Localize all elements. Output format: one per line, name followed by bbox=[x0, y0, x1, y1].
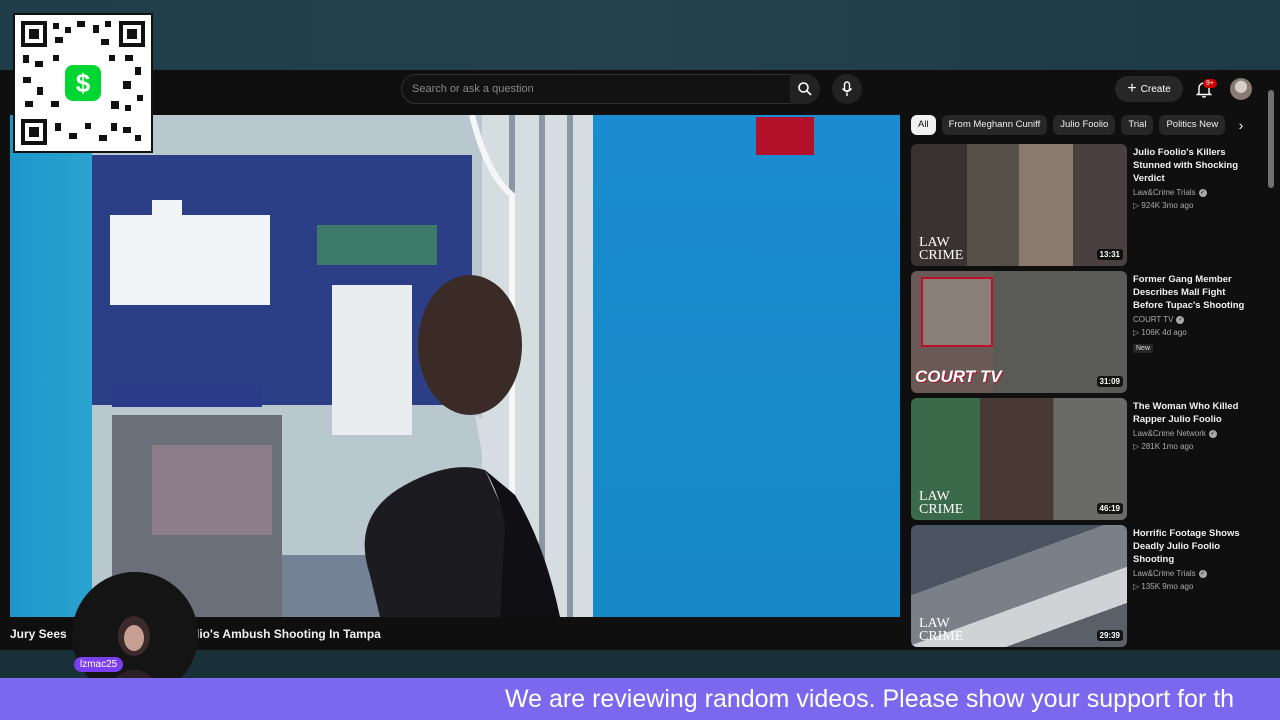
account-avatar[interactable] bbox=[1230, 78, 1252, 100]
search-icon bbox=[798, 82, 812, 96]
sidebar-scrollbar[interactable] bbox=[1268, 82, 1274, 642]
presenter-silhouette bbox=[364, 275, 560, 617]
video-meta: ▷ 924K 3mo ago bbox=[1133, 201, 1194, 210]
verified-icon: ✓ bbox=[1198, 569, 1207, 578]
chip-from-meghann-cuniff[interactable]: From Meghann Cuniff bbox=[941, 115, 1048, 135]
chip-trial[interactable]: Trial bbox=[1121, 115, 1154, 135]
related-video-1[interactable]: LAW CRIME 13:31 Julio Foolio's Killers St… bbox=[911, 144, 1256, 266]
related-video-3[interactable]: LAW CRIME 46:19 The Woman Who Killed Rapp… bbox=[911, 398, 1256, 520]
video-title[interactable]: Former Gang Member Describes Mall Fight … bbox=[1133, 273, 1255, 312]
related-video-4[interactable]: LAW CRIME 29:39 Horrific Footage Shows De… bbox=[911, 525, 1256, 647]
law-crime-logo: LAW CRIME bbox=[919, 235, 964, 263]
related-video-2[interactable]: COURT TV 31:09 Former Gang Member Descri… bbox=[911, 271, 1256, 393]
channel-name[interactable]: Law&Crime Trials ✓ bbox=[1133, 188, 1255, 197]
video-title[interactable]: Horrific Footage Shows Deadly Julio Fool… bbox=[1133, 527, 1255, 566]
video-thumbnail[interactable]: LAW CRIME 13:31 bbox=[911, 144, 1127, 266]
video-meta: ▷ 281K 1mo ago bbox=[1133, 442, 1194, 451]
video-player[interactable] bbox=[10, 115, 900, 617]
video-meta: ▷ 106K 4d ago bbox=[1133, 328, 1187, 337]
youtube-header: Search or ask a question + Create 9+ bbox=[0, 70, 1280, 110]
verified-icon: ✓ bbox=[1208, 429, 1217, 438]
video-title[interactable]: Julio Foolio's Killers Stunned with Shoc… bbox=[1133, 146, 1255, 185]
video-duration: 13:31 bbox=[1096, 249, 1123, 260]
microphone-icon bbox=[841, 81, 853, 96]
video-thumbnail[interactable]: LAW CRIME 46:19 bbox=[911, 398, 1127, 520]
law-crime-logo: LAW CRIME bbox=[919, 489, 964, 517]
verified-icon: ✓ bbox=[1176, 315, 1185, 324]
voice-search-button[interactable] bbox=[832, 74, 862, 104]
svg-text:$: $ bbox=[76, 68, 91, 98]
video-frame-right bbox=[593, 115, 900, 617]
verified-icon: ✓ bbox=[1198, 188, 1207, 197]
ticker-text: We are reviewing random videos. Please s… bbox=[505, 685, 1235, 713]
chip-politics-news[interactable]: Politics New bbox=[1159, 115, 1226, 135]
law-crime-logo: LAW CRIME bbox=[919, 616, 964, 644]
inset-frame bbox=[921, 277, 993, 347]
chip-julio-foolio[interactable]: Julio Foolio bbox=[1053, 115, 1116, 135]
video-title-end: lio's Ambush Shooting In Tampa bbox=[196, 627, 381, 641]
video-title: Jury Sees lio's Ambush Shooting In Tampa bbox=[10, 627, 381, 641]
new-badge: New bbox=[1133, 344, 1154, 353]
channel-name[interactable]: Law&Crime Network ✓ bbox=[1133, 429, 1255, 438]
create-label: Create bbox=[1140, 83, 1171, 95]
red-marker bbox=[756, 117, 814, 155]
video-duration: 31:09 bbox=[1096, 376, 1123, 387]
filter-chips: All From Meghann Cuniff Julio Foolio Tri… bbox=[911, 115, 1256, 137]
video-thumbnail[interactable]: COURT TV 31:09 bbox=[911, 271, 1127, 393]
scrolling-ticker: We are reviewing random videos. Please s… bbox=[0, 678, 1280, 720]
youtube-window: Search or ask a question + Create 9+ Jur… bbox=[0, 70, 1280, 650]
video-meta: ▷ 135K 9mo ago bbox=[1133, 582, 1194, 591]
notification-badge: 9+ bbox=[1203, 79, 1217, 88]
cashapp-qr-code: $ bbox=[13, 13, 153, 153]
plus-icon: + bbox=[1127, 80, 1137, 97]
scrollbar-thumb[interactable] bbox=[1268, 90, 1274, 188]
chevron-right-icon[interactable]: › bbox=[1232, 115, 1250, 135]
video-duration: 29:39 bbox=[1096, 630, 1123, 641]
streamer-name-tag: lzmac25 bbox=[74, 657, 124, 672]
video-title-start: Jury Sees bbox=[10, 627, 67, 641]
create-button[interactable]: + Create bbox=[1115, 76, 1183, 102]
channel-name[interactable]: Law&Crime Trials ✓ bbox=[1133, 569, 1255, 578]
search-input[interactable]: Search or ask a question bbox=[401, 74, 791, 104]
channel-name[interactable]: COURT TV ✓ bbox=[1133, 315, 1255, 324]
chip-all[interactable]: All bbox=[911, 115, 936, 135]
court-tv-logo: COURT TV bbox=[915, 367, 1002, 386]
video-thumbnail[interactable]: LAW CRIME 29:39 bbox=[911, 525, 1127, 647]
stream-frame-top bbox=[0, 0, 1280, 70]
search-button[interactable] bbox=[790, 74, 820, 104]
video-frame-left bbox=[10, 115, 92, 617]
video-title[interactable]: The Woman Who Killed Rapper Julio Foolio bbox=[1133, 400, 1255, 426]
video-duration: 46:19 bbox=[1096, 503, 1123, 514]
